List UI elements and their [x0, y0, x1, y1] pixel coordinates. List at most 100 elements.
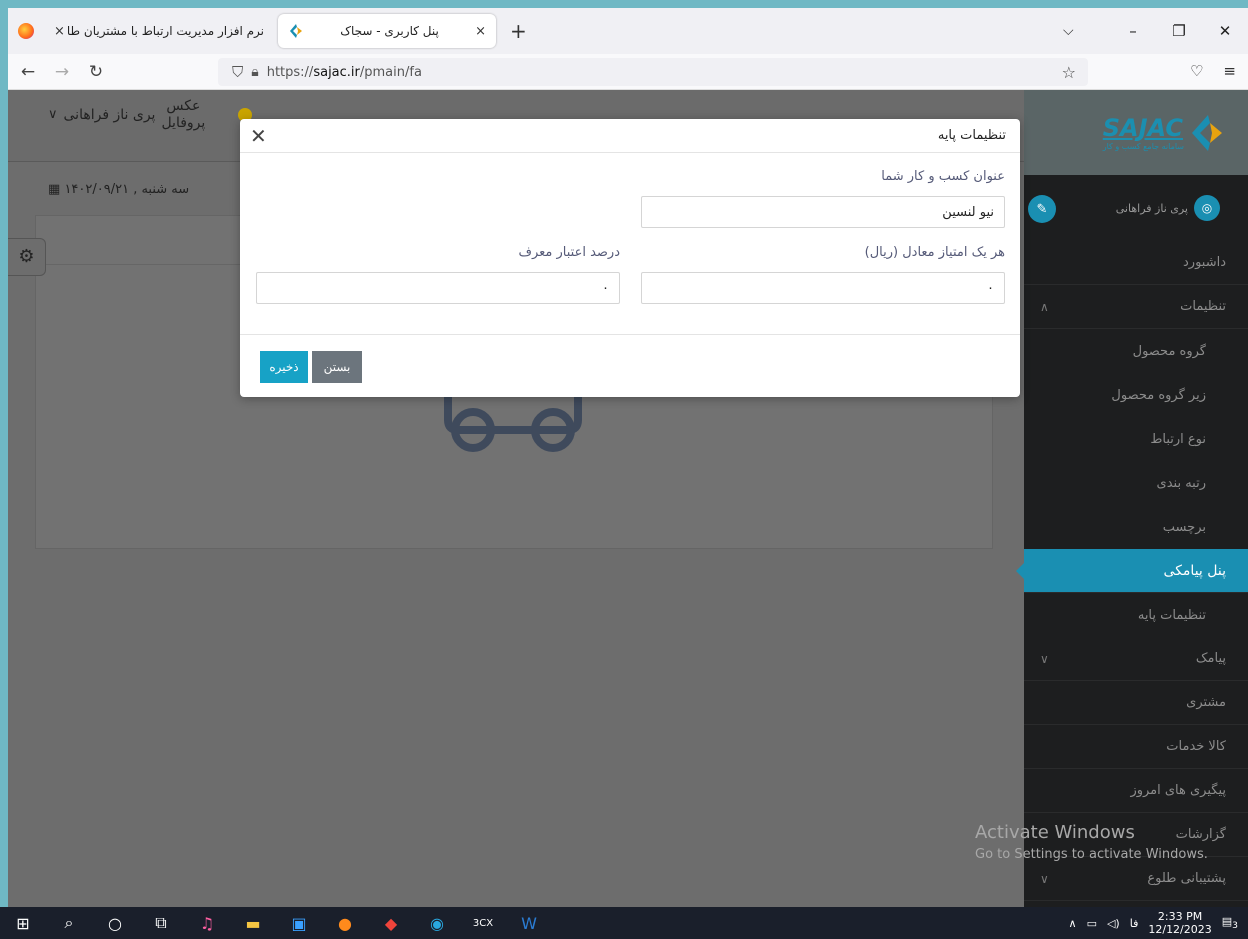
window-controls: – ❐ ✕: [1110, 8, 1248, 54]
tab-sajac[interactable]: پنل کاربری - سجاک ×: [278, 14, 496, 48]
date-text: سه شنبه , ۱۴۰۲/۰۹/۲۱: [64, 182, 190, 197]
cortana-icon[interactable]: ○: [92, 914, 138, 933]
close-window-button[interactable]: ✕: [1202, 22, 1248, 40]
reload-button[interactable]: ↻: [82, 62, 110, 82]
tab-close-icon[interactable]: ×: [475, 24, 486, 39]
new-tab-button[interactable]: +: [510, 19, 527, 43]
business-title-label: عنوان کسب و کار شما: [881, 169, 1005, 184]
tab-title: نرم افزار مدیریت ارتباط با مشتریان طا: [66, 24, 264, 38]
volume-icon[interactable]: ◁): [1107, 917, 1120, 930]
system-tray: ∧ ▭ ◁) فا 2:33 PM 12/12/2023 ▤3: [1069, 907, 1248, 939]
close-button[interactable]: بستن: [312, 351, 362, 383]
tab-crm[interactable]: × نرم افزار مدیریت ارتباط با مشتریان طا: [44, 14, 274, 48]
word-icon[interactable]: W: [506, 914, 552, 933]
sidebar-item-sms-panel[interactable]: پنل پیامکی: [1016, 549, 1248, 593]
language-indicator[interactable]: فا: [1130, 917, 1139, 930]
lock-icon[interactable]: 🔒︎: [251, 64, 258, 80]
business-title-input[interactable]: [641, 196, 1005, 228]
edit-icon[interactable]: ✎: [1028, 195, 1056, 223]
modal-body: عنوان کسب و کار شما هر یک امتیاز معادل (…: [240, 153, 1020, 335]
point-value-field: هر یک امتیاز معادل (ریال): [641, 245, 1005, 304]
sidebar-item-goods-services[interactable]: کالا خدمات: [1024, 725, 1248, 769]
close-icon[interactable]: ✕: [250, 124, 267, 148]
chevron-down-icon: ∨: [1040, 871, 1049, 886]
minimize-button[interactable]: –: [1110, 22, 1156, 40]
business-title-field: عنوان کسب و کار شما: [641, 169, 1005, 228]
profile-name: پری ناز فراهانی: [63, 106, 156, 123]
viber-icon[interactable]: ◉: [414, 914, 460, 933]
sidebar-item-tolou-support[interactable]: پشتیبانی طلوع ∨: [1024, 857, 1248, 901]
profile-photo-label: عکس پروفایل: [161, 98, 206, 131]
brand-subtitle: سامانه جامع کسب و کار: [1102, 142, 1184, 151]
sidebar-user: ◎ پری ناز فراهانی ✎: [1024, 175, 1248, 241]
restore-button[interactable]: ❐: [1156, 22, 1202, 40]
shield-icon[interactable]: ⛉: [232, 63, 243, 81]
browser-tab-bar: × نرم افزار مدیریت ارتباط با مشتریان طا …: [8, 8, 1248, 54]
sidebar: SAJAC سامانه جامع کسب و کار ◎ پری ناز فر…: [1016, 90, 1248, 907]
sidebar-item-today-followups[interactable]: پیگیری های امروز: [1024, 769, 1248, 813]
save-button[interactable]: ذخیره: [260, 351, 308, 383]
brand-name: SAJAC: [1102, 114, 1183, 142]
back-button[interactable]: ←: [14, 62, 42, 82]
sidebar-item-relation-type[interactable]: نوع ارتباط: [1024, 417, 1248, 461]
app-window-icon[interactable]: ▣: [276, 914, 322, 933]
point-value-input[interactable]: [641, 272, 1005, 304]
tab-close-icon[interactable]: ×: [54, 24, 65, 39]
network-icon[interactable]: ▭: [1087, 917, 1097, 930]
settings-gear-icon[interactable]: ⚙: [8, 238, 46, 276]
sidebar-item-tag[interactable]: برچسب: [1024, 505, 1248, 549]
sajac-logo-icon: [1192, 114, 1222, 151]
firefox-icon[interactable]: [18, 23, 34, 39]
referrer-percent-input[interactable]: [256, 272, 620, 304]
bookmark-star-icon[interactable]: ☆: [1062, 63, 1076, 82]
chevron-up-icon[interactable]: ∧: [1069, 917, 1077, 930]
sidebar-item-customer[interactable]: مشتری: [1024, 681, 1248, 725]
chevron-down-icon: ∨: [1040, 651, 1049, 666]
chevron-down-icon: ∨: [48, 107, 58, 123]
forward-button[interactable]: →: [48, 62, 76, 82]
windows-taskbar: ⊞ ⌕ ○ ⧉ ♫ ▬ ▣ ● ◆ ◉ 3CX W ∧ ▭ ◁) فا 2:33…: [0, 907, 1248, 939]
sidebar-item-sms[interactable]: پیامک ∨: [1024, 637, 1248, 681]
referrer-percent-label: درصد اعتبار معرف: [518, 245, 620, 260]
point-value-label: هر یک امتیاز معادل (ریال): [864, 245, 1005, 260]
clock[interactable]: 2:33 PM 12/12/2023: [1148, 910, 1211, 936]
camera-icon[interactable]: ◎: [1194, 195, 1220, 221]
sidebar-logo[interactable]: SAJAC سامانه جامع کسب و کار: [1024, 90, 1248, 175]
sidebar-item-product-subgroup[interactable]: زیر گروه محصول: [1024, 373, 1248, 417]
sidebar-item-rating[interactable]: رتبه بندی: [1024, 461, 1248, 505]
tab-list-icon[interactable]: ⌵: [1063, 23, 1074, 39]
profile-menu[interactable]: ∨ پری ناز فراهانی عکس پروفایل: [48, 98, 205, 132]
tab-title: پنل کاربری - سجاک: [340, 24, 439, 38]
watermark-title: Activate Windows: [975, 822, 1135, 843]
toolbar-right: ♡ ≡: [1190, 62, 1236, 80]
itunes-icon[interactable]: ♫: [184, 914, 230, 933]
url-text: https://sajac.ir/pmain/fa: [266, 64, 422, 80]
windows-start-icon[interactable]: ⊞: [0, 914, 46, 933]
menu-icon[interactable]: ≡: [1223, 62, 1236, 80]
notification-icon[interactable]: ▤3: [1222, 915, 1238, 931]
3cx-icon[interactable]: 3CX: [460, 918, 506, 929]
task-view-icon[interactable]: ⧉: [138, 913, 184, 933]
url-bar[interactable]: ⛉ 🔒︎ https://sajac.ir/pmain/fa ☆: [218, 58, 1088, 86]
watermark-subtitle: Go to Settings to activate Windows.: [975, 847, 1208, 862]
chevron-up-icon: ∧: [1040, 299, 1049, 314]
modal-footer: بستن ذخیره: [240, 335, 1020, 397]
active-indicator: [1016, 563, 1024, 579]
sidebar-item-settings[interactable]: تنظیمات ∧: [1024, 285, 1248, 329]
firefox-taskbar-icon[interactable]: ●: [322, 914, 368, 933]
referrer-percent-field: درصد اعتبار معرف: [256, 245, 620, 304]
sidebar-item-base-settings[interactable]: تنظیمات پایه: [1024, 593, 1248, 637]
brand-block: SAJAC سامانه جامع کسب و کار: [1103, 114, 1184, 151]
sidebar-item-product-group[interactable]: گروه محصول: [1024, 329, 1248, 373]
sidebar-item-dashboard[interactable]: داشبورد: [1024, 241, 1248, 285]
file-explorer-icon[interactable]: ▬: [230, 914, 276, 933]
anydesk-icon[interactable]: ◆: [368, 914, 414, 933]
sajac-logo-icon: [290, 24, 302, 38]
date-display: ▦ سه شنبه , ۱۴۰۲/۰۹/۲۱: [48, 182, 189, 197]
activate-windows-watermark: Activate Windows Go to Settings to activ…: [975, 822, 1208, 862]
calendar-icon: ▦: [48, 182, 61, 197]
search-icon[interactable]: ⌕: [46, 913, 92, 933]
base-settings-modal: تنظیمات پایه ✕ عنوان کسب و کار شما هر یک…: [240, 119, 1020, 397]
sidebar-user-name: پری ناز فراهانی: [1115, 201, 1188, 215]
pocket-icon[interactable]: ♡: [1190, 62, 1203, 80]
